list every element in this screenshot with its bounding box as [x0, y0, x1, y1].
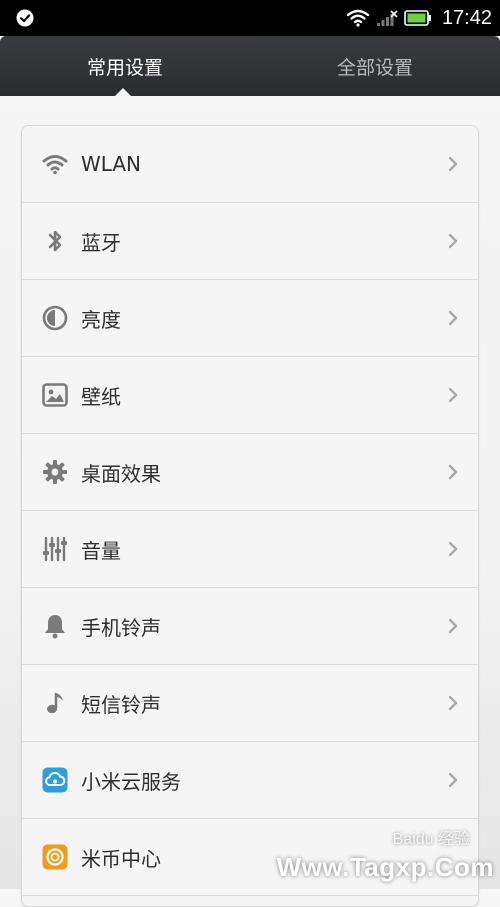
site-watermark: Www.Tagxp.Com: [276, 852, 494, 882]
signal-icon: [376, 10, 398, 26]
bell-icon: [42, 613, 68, 639]
settings-item-label: 壁纸: [81, 384, 121, 409]
settings-item-label: 短信铃声: [81, 692, 161, 717]
settings-item-desktop-effects[interactable]: 桌面效果: [22, 434, 478, 511]
chevron-right-icon: [448, 695, 458, 711]
settings-item-label: 桌面效果: [81, 461, 161, 486]
settings-item-label: 蓝牙: [81, 230, 121, 255]
sliders-icon: [42, 536, 68, 562]
status-icons: 17:42: [346, 0, 492, 36]
music-note-icon: [42, 690, 68, 716]
brightness-icon: [42, 305, 68, 331]
chevron-right-icon: [448, 618, 458, 634]
settings-item-brightness[interactable]: 亮度: [22, 280, 478, 357]
settings-item-wlan[interactable]: WLAN: [22, 126, 478, 203]
settings-item-label: WLAN: [81, 152, 142, 176]
tab-bar: 常用设置 全部设置: [0, 36, 500, 96]
settings-item-label: 亮度: [81, 307, 121, 332]
settings-item-label: 小米云服务: [81, 769, 181, 794]
chevron-right-icon: [448, 387, 458, 403]
chevron-right-icon: [448, 156, 458, 172]
coin-icon: [42, 844, 68, 870]
settings-item-label: 米币中心: [81, 846, 161, 871]
settings-item-bluetooth[interactable]: 蓝牙: [22, 203, 478, 280]
active-tab-indicator: [114, 88, 132, 97]
cloud-icon: [42, 767, 68, 793]
chevron-right-icon: [448, 541, 458, 557]
settings-item-wallpaper[interactable]: 壁纸: [22, 357, 478, 434]
status-bar: 17:42: [0, 0, 500, 36]
settings-item-mi-cloud[interactable]: 小米云服务: [22, 742, 478, 819]
battery-charging-icon: [404, 10, 431, 26]
chevron-right-icon: [448, 310, 458, 326]
gear-icon: [42, 459, 68, 485]
tab-common-settings[interactable]: 常用设置: [0, 36, 250, 96]
tab-all-settings[interactable]: 全部设置: [250, 36, 500, 96]
settings-item-label: 音量: [81, 538, 121, 563]
wallpaper-icon: [42, 382, 68, 408]
chevron-right-icon: [448, 233, 458, 249]
status-clock: 17:42: [441, 6, 492, 29]
wifi-icon: [42, 151, 68, 177]
check-circle-icon: [16, 9, 34, 27]
wifi-icon: [346, 9, 370, 27]
chevron-right-icon: [448, 464, 458, 480]
settings-list: WLAN 蓝牙 亮度 壁纸 桌面效果 音量 手机铃声 短信铃声 小米云服务 米币…: [21, 125, 479, 907]
settings-item-sms-tone[interactable]: 短信铃声: [22, 665, 478, 742]
chevron-right-icon: [448, 772, 458, 788]
baidu-watermark: Baidu 经验: [392, 831, 470, 848]
settings-item-volume[interactable]: 音量: [22, 511, 478, 588]
bluetooth-icon: [42, 228, 68, 254]
settings-item-label: 手机铃声: [81, 615, 161, 640]
settings-item-ringtone[interactable]: 手机铃声: [22, 588, 478, 665]
